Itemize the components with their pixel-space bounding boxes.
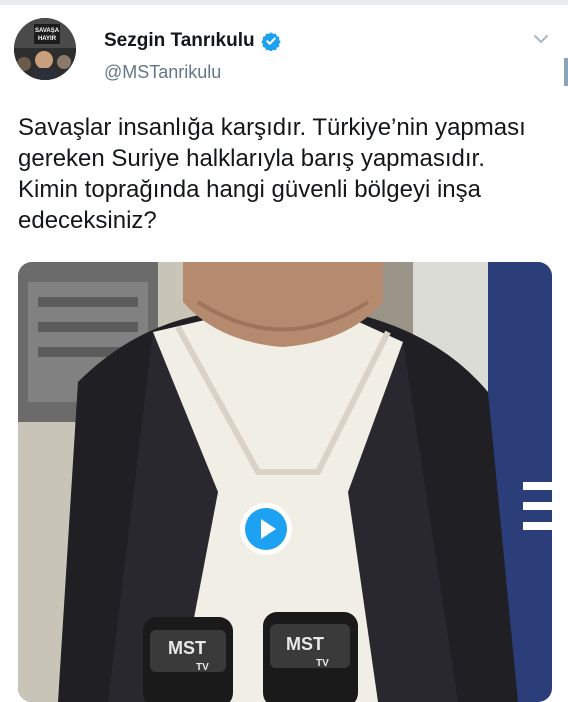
svg-text:TV: TV [196, 662, 209, 673]
author-handle[interactable]: @MSTanrikulu [104, 62, 221, 83]
tweet-text: Savaşlar insanlığa karşıdır. Türkiye’nin… [18, 114, 526, 234]
video-thumbnail[interactable]: MST TV MST TV [18, 262, 552, 702]
play-icon[interactable] [239, 502, 293, 556]
svg-text:MST: MST [286, 634, 324, 654]
svg-text:HAYIR: HAYIR [38, 36, 57, 42]
microphone-right: MST TV [263, 612, 358, 702]
avatar[interactable]: SAVAŞA HAYIR [14, 18, 76, 80]
verified-badge-icon [260, 32, 281, 51]
author-name-row[interactable]: Sezgin Tanrıkulu [104, 30, 281, 52]
avatar-sign-text: SAVAŞA [35, 28, 60, 34]
chevron-down-icon[interactable] [532, 30, 550, 48]
svg-text:TV: TV [316, 658, 329, 669]
microphone-left: MST TV [143, 617, 233, 702]
author-name[interactable]: Sezgin Tanrıkulu [104, 30, 255, 52]
svg-text:MST: MST [168, 638, 206, 658]
scrollbar[interactable] [564, 58, 568, 86]
top-divider [0, 0, 568, 5]
